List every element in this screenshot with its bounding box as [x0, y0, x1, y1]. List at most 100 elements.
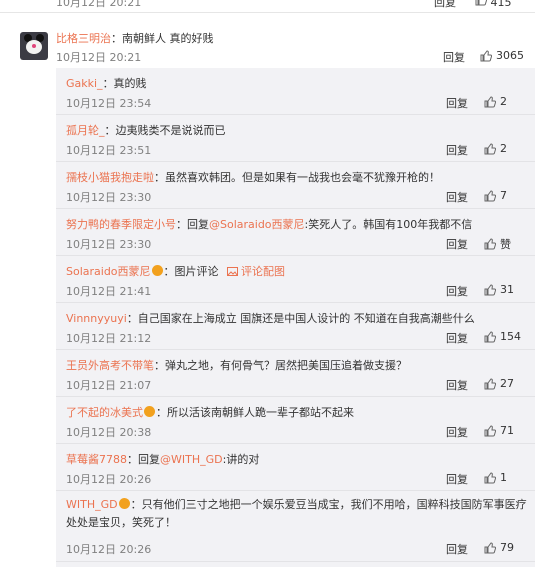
image-icon: [226, 267, 238, 276]
reply-item: WITH_GD ：只有他们三寸之地把一个娱乐爱豆当成宝，我们不用哈，国粹科技国防军…: [56, 491, 535, 562]
comment-username[interactable]: 比格三明治: [56, 32, 111, 45]
mention-link[interactable]: @WITH_GD: [160, 453, 223, 466]
reply-text: ：边夷贱类不是说说而已: [104, 124, 226, 137]
reply-time: 10月12日 23:54: [66, 97, 152, 110]
image-comment-link[interactable]: 评论配图: [226, 265, 286, 278]
like-button[interactable]: 2: [484, 142, 507, 155]
reply-button[interactable]: 回复: [446, 142, 468, 158]
mention-link[interactable]: @Solaraido西蒙尼: [209, 218, 305, 231]
reply-button[interactable]: 回复: [434, 0, 456, 10]
like-button[interactable]: 1: [484, 471, 507, 484]
like-count: 赞: [500, 238, 511, 251]
reply-item: 王员外高考不带笔：弹丸之地，有何骨气？居然把美国压追着做支援？ 10月12日 2…: [56, 350, 535, 397]
reply-text: ：虽然喜欢韩团。但是如果有一战我也会毫不犹豫开枪的！: [154, 171, 440, 184]
reply-button[interactable]: 回复: [446, 471, 468, 487]
thumb-up-icon: [484, 95, 496, 107]
reply-item: 努力鸭的春季限定小号：回复@Solaraido西蒙尼:笑死人了。韩国有100年我…: [56, 209, 535, 256]
thumb-up-icon: [484, 541, 496, 553]
reply-time: 10月12日 21:41: [66, 285, 152, 298]
thumb-up-icon: [484, 377, 496, 389]
thumb-up-icon: [475, 0, 487, 6]
reply-text: ：只有他们三寸之地把一个娱乐爱豆当成宝，我们不用哈，国粹科技国防军事医疗处处是宝…: [66, 498, 527, 529]
comment-text: ：南朝鲜人 真的好贱: [111, 32, 214, 45]
reply-time: 10月12日 20:26: [66, 473, 152, 486]
like-button[interactable]: 赞: [484, 236, 511, 252]
like-button[interactable]: 31: [484, 283, 514, 296]
reply-username[interactable]: Solaraido西蒙尼: [66, 265, 151, 278]
reply-prefix: ：回复: [127, 453, 160, 466]
reply-time: 10月12日 23:30: [66, 238, 152, 251]
reply-username[interactable]: Vinnnyyuyi: [66, 312, 127, 325]
reply-button[interactable]: 回复: [446, 377, 468, 393]
avatar[interactable]: [20, 32, 48, 60]
image-comment-label: 评论配图: [241, 265, 286, 278]
like-count: 1: [500, 471, 507, 484]
reply-text: ：弹丸之地，有何骨气？居然把美国压追着做支援？: [154, 359, 407, 372]
reply-item: 了不起的冰美式 ：所以活该南朝鲜人跪一辈子都站不起来 10月12日 20:38 回…: [56, 397, 535, 444]
reply-username[interactable]: 了不起的冰美式: [66, 406, 143, 419]
like-count: 7: [500, 189, 507, 202]
comment-time: 10月12日 20:21: [56, 0, 142, 9]
thumb-up-icon: [484, 238, 496, 250]
thumb-up-icon: [484, 283, 496, 295]
vip-badge-icon: [144, 406, 155, 417]
like-count: 31: [500, 283, 514, 296]
reply-username[interactable]: 王员外高考不带笔: [66, 359, 154, 372]
like-button[interactable]: 3065: [480, 49, 524, 62]
reply-username[interactable]: 草莓酱7788: [66, 453, 127, 466]
reply-username[interactable]: WITH_GD: [66, 498, 118, 511]
reply-button[interactable]: 回复: [446, 424, 468, 440]
reply-button[interactable]: 回复: [446, 236, 468, 252]
like-button[interactable]: 27: [484, 377, 514, 390]
reply-time: 10月12日 23:30: [66, 191, 152, 204]
reply-button[interactable]: 回复: [446, 95, 468, 111]
reply-item: Gakki_：真的贱 10月12日 23:54 回复 2: [56, 68, 535, 115]
thumb-up-icon: [484, 189, 496, 201]
reply-button[interactable]: 回复: [446, 189, 468, 205]
reply-username[interactable]: 努力鸭的春季限定小号: [66, 218, 176, 231]
reply-button[interactable]: 回复: [446, 330, 468, 346]
like-count: 79: [500, 541, 514, 554]
vip-badge-icon: [151, 265, 163, 276]
reply-button[interactable]: 回复: [446, 541, 468, 557]
reply-button[interactable]: 回复: [443, 49, 465, 65]
reply-item: 孤月轮_：边夷贱类不是说说而已 10月12日 23:51 回复 2: [56, 115, 535, 162]
reply-item: 草莓酱7788：回复@WITH_GD:讲的对 10月12日 20:26 回复 1: [56, 444, 535, 491]
vip-badge-icon: [118, 498, 130, 509]
like-button[interactable]: 2: [484, 95, 507, 108]
reply-text: :讲的对: [222, 453, 260, 466]
like-count: 27: [500, 377, 514, 390]
reply-prefix: ：回复: [176, 218, 209, 231]
reply-text: ：所以活该南朝鲜人跪一辈子都站不起来: [156, 406, 354, 419]
like-button[interactable]: 415: [475, 0, 512, 9]
like-count: 3065: [496, 49, 524, 62]
reply-list: Gakki_：真的贱 10月12日 23:54 回复 2 孤月轮_：边夷贱类不是…: [56, 68, 535, 567]
reply-username[interactable]: 孤月轮_: [66, 124, 105, 137]
like-count: 2: [500, 95, 507, 108]
reply-time: 10月12日 20:38: [66, 426, 152, 439]
reply-username[interactable]: 孺枝小猫我抱走啦: [66, 171, 154, 184]
reply-time: 10月12日 21:12: [66, 332, 152, 345]
reply-time: 10月12日 21:07: [66, 379, 152, 392]
like-count: 71: [500, 424, 514, 437]
like-button[interactable]: 79: [484, 541, 514, 554]
reply-text: :笑死人了。韩国有100年我都不信: [304, 218, 473, 231]
like-count: 154: [500, 330, 521, 343]
like-button[interactable]: 154: [484, 330, 521, 343]
like-button[interactable]: 7: [484, 189, 507, 202]
thumb-up-icon: [484, 471, 496, 483]
reply-time: 10月12日 23:51: [66, 144, 152, 157]
like-button[interactable]: 71: [484, 424, 514, 437]
like-count: 2: [500, 142, 507, 155]
reply-item: Solaraido西蒙尼 ：图片评论 评论配图 10月12日 21:41 回复 3…: [56, 256, 535, 303]
reply-button[interactable]: 回复: [446, 283, 468, 299]
previous-comment-strip: 10月12日 20:21 回复 415: [0, 0, 535, 13]
thumb-up-icon: [480, 49, 492, 61]
reply-username[interactable]: Gakki_: [66, 77, 103, 90]
thumb-up-icon: [484, 330, 496, 342]
reply-text: ：图片评论: [163, 265, 219, 278]
comment-time: 10月12日 20:21: [56, 51, 142, 64]
reply-text: ：真的贱: [102, 77, 147, 90]
reply-item: 孺枝小猫我抱走啦：虽然喜欢韩团。但是如果有一战我也会毫不犹豫开枪的！ 10月12…: [56, 162, 535, 209]
thumb-up-icon: [484, 424, 496, 436]
